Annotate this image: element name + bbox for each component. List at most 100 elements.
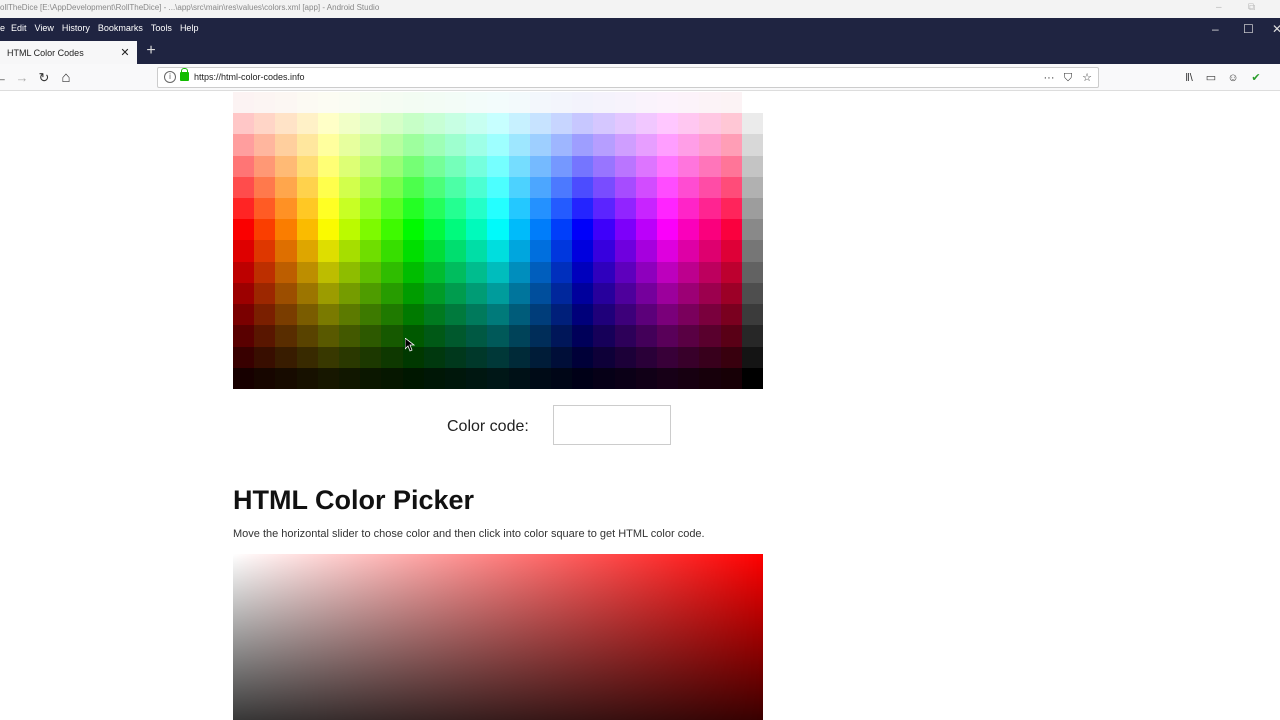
menu-item-view[interactable]: View — [31, 23, 58, 33]
color-swatch[interactable] — [572, 134, 594, 156]
color-swatch[interactable] — [360, 325, 382, 347]
color-swatch[interactable] — [339, 325, 361, 347]
url-text[interactable]: https://html-color-codes.info — [194, 68, 305, 87]
color-swatch[interactable] — [254, 261, 276, 283]
color-swatch[interactable] — [466, 261, 488, 283]
library-icon[interactable]: ‖\ — [1181, 69, 1197, 87]
color-swatch[interactable] — [699, 155, 721, 177]
color-swatch[interactable] — [529, 176, 551, 199]
color-swatch[interactable] — [381, 304, 403, 326]
color-swatch[interactable] — [699, 219, 721, 241]
color-swatch[interactable] — [233, 198, 255, 220]
color-swatch[interactable] — [402, 261, 424, 283]
color-swatch[interactable] — [614, 304, 636, 326]
color-swatch[interactable] — [529, 304, 551, 326]
color-swatch[interactable] — [657, 113, 679, 135]
color-swatch[interactable] — [233, 346, 255, 368]
color-swatch[interactable] — [614, 155, 636, 177]
color-swatch[interactable] — [741, 176, 763, 199]
color-swatch[interactable] — [657, 240, 679, 262]
color-swatch[interactable] — [551, 261, 573, 283]
color-swatch[interactable] — [614, 176, 636, 199]
color-swatch[interactable] — [678, 176, 700, 199]
color-swatch[interactable] — [381, 92, 403, 114]
color-swatch[interactable] — [275, 155, 297, 177]
color-swatch[interactable] — [657, 304, 679, 326]
color-swatch[interactable] — [254, 304, 276, 326]
color-swatch[interactable] — [317, 134, 339, 156]
color-swatch[interactable] — [572, 219, 594, 241]
color-swatch[interactable] — [360, 198, 382, 220]
color-swatch[interactable] — [275, 92, 297, 114]
color-swatch[interactable] — [720, 134, 742, 156]
color-swatch[interactable] — [296, 304, 318, 326]
color-swatch[interactable] — [423, 282, 445, 305]
color-swatch[interactable] — [487, 240, 509, 262]
color-swatch[interactable] — [317, 219, 339, 241]
color-swatch[interactable] — [360, 219, 382, 241]
color-swatch[interactable] — [423, 240, 445, 262]
bookmark-star-icon[interactable]: ☆ — [1080, 69, 1094, 87]
color-swatch[interactable] — [508, 176, 530, 199]
color-swatch[interactable] — [381, 113, 403, 135]
tab-close-icon[interactable]: ✕ — [119, 46, 131, 59]
color-swatch[interactable] — [593, 304, 615, 326]
color-swatch[interactable] — [699, 240, 721, 262]
color-swatch[interactable] — [487, 367, 509, 389]
color-swatch[interactable] — [445, 176, 467, 199]
color-swatch[interactable] — [402, 134, 424, 156]
color-swatch[interactable] — [657, 346, 679, 368]
color-swatch[interactable] — [487, 176, 509, 199]
color-swatch[interactable] — [720, 113, 742, 135]
color-swatch[interactable] — [572, 155, 594, 177]
color-swatch[interactable] — [296, 346, 318, 368]
color-swatch[interactable] — [254, 134, 276, 156]
color-swatch[interactable] — [572, 261, 594, 283]
color-swatch[interactable] — [317, 367, 339, 389]
color-swatch[interactable] — [423, 92, 445, 114]
color-swatch[interactable] — [741, 113, 763, 135]
color-swatch[interactable] — [254, 176, 276, 199]
color-swatch[interactable] — [614, 92, 636, 114]
color-swatch[interactable] — [275, 282, 297, 305]
color-swatch[interactable] — [487, 113, 509, 135]
color-swatch[interactable] — [360, 367, 382, 389]
color-swatch[interactable] — [317, 198, 339, 220]
color-swatch[interactable] — [487, 304, 509, 326]
color-swatch[interactable] — [551, 367, 573, 389]
color-swatch[interactable] — [381, 261, 403, 283]
color-swatch[interactable] — [699, 304, 721, 326]
color-code-input[interactable] — [553, 405, 671, 445]
color-swatch[interactable] — [445, 282, 467, 305]
color-swatch[interactable] — [466, 367, 488, 389]
color-grid[interactable] — [233, 92, 763, 389]
color-swatch[interactable] — [360, 176, 382, 199]
color-swatch[interactable] — [593, 155, 615, 177]
color-swatch[interactable] — [699, 367, 721, 389]
color-swatch[interactable] — [233, 113, 255, 135]
color-swatch[interactable] — [445, 155, 467, 177]
color-swatch[interactable] — [635, 282, 657, 305]
color-swatch[interactable] — [233, 325, 255, 347]
color-swatch[interactable] — [572, 346, 594, 368]
window-maximize-button[interactable]: ☐ — [1243, 22, 1254, 36]
color-swatch[interactable] — [508, 367, 530, 389]
account-icon[interactable]: ☺ — [1225, 69, 1241, 87]
window-close-button[interactable]: ✕ — [1272, 22, 1280, 36]
color-swatch[interactable] — [339, 240, 361, 262]
color-swatch[interactable] — [572, 198, 594, 220]
color-swatch[interactable] — [339, 367, 361, 389]
reload-icon[interactable]: ↻ — [35, 69, 53, 87]
color-swatch[interactable] — [445, 92, 467, 114]
color-swatch[interactable] — [551, 304, 573, 326]
color-swatch[interactable] — [445, 304, 467, 326]
color-swatch[interactable] — [339, 346, 361, 368]
color-swatch[interactable] — [360, 304, 382, 326]
color-swatch[interactable] — [678, 134, 700, 156]
color-swatch[interactable] — [551, 346, 573, 368]
color-swatch[interactable] — [508, 282, 530, 305]
color-swatch[interactable] — [233, 282, 255, 305]
color-swatch[interactable] — [275, 198, 297, 220]
color-swatch[interactable] — [551, 325, 573, 347]
color-swatch[interactable] — [360, 92, 382, 114]
